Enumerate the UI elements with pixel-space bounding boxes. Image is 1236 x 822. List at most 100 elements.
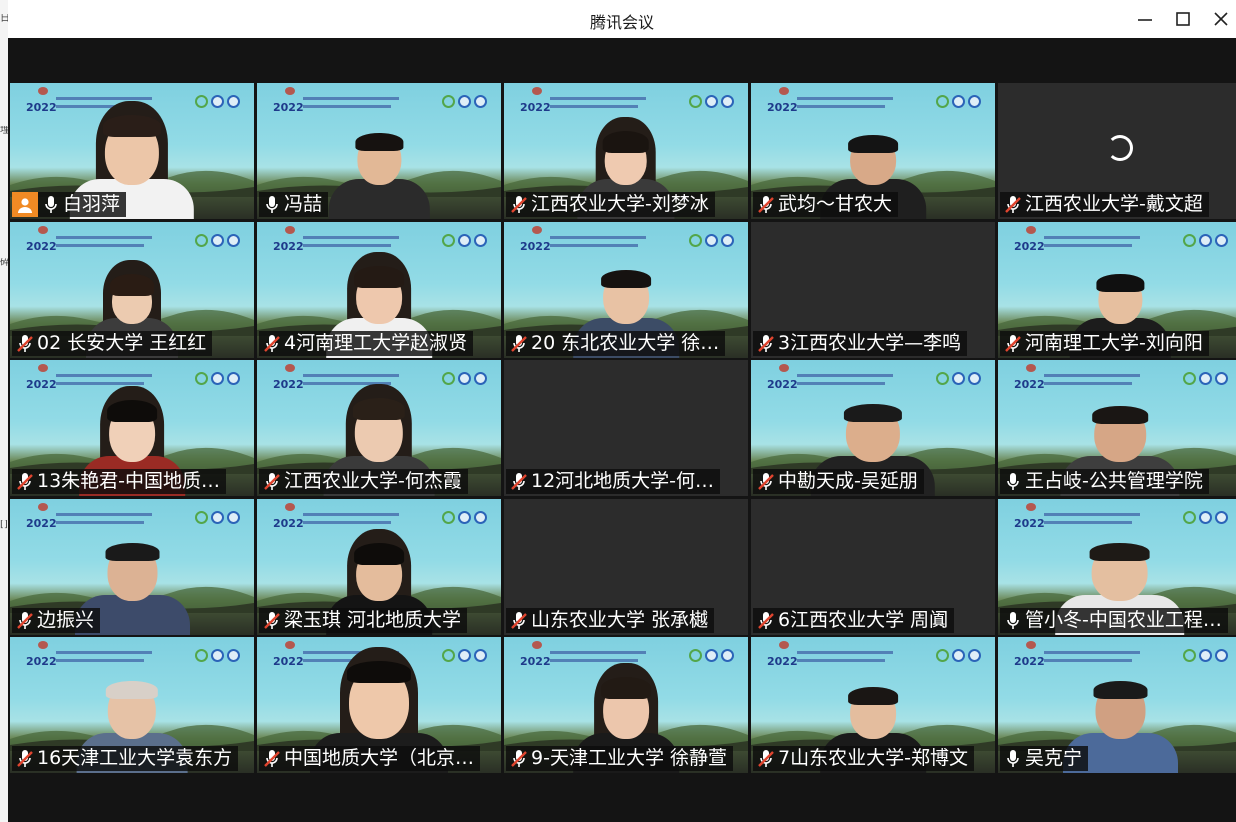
muted-microphone-icon[interactable] <box>757 471 775 493</box>
maximize-icon <box>1176 12 1190 26</box>
muted-microphone-icon[interactable] <box>1004 194 1022 216</box>
muted-microphone-icon[interactable] <box>757 610 775 632</box>
participant-tile[interactable]: 2022 武均～甘农大 <box>751 83 995 219</box>
close-icon <box>1214 12 1228 26</box>
muted-microphone-icon[interactable] <box>510 471 528 493</box>
participant-tile[interactable]: 2022 7山东农业大学-郑博文 <box>751 637 995 773</box>
participant-name: 12河北地质大学-何… <box>531 470 715 492</box>
participant-tile[interactable]: 2022 中国地质大学（北京… <box>257 637 501 773</box>
muted-microphone-icon[interactable] <box>263 333 281 355</box>
participant-tile[interactable]: 2022 梁玉琪 河北地质大学 <box>257 499 501 635</box>
muted-microphone-icon[interactable] <box>16 610 34 632</box>
participant-tile[interactable]: 2022 江西农业大学-刘梦冰 <box>504 83 748 219</box>
muted-microphone-icon <box>264 334 280 352</box>
participant-tile[interactable]: 2022 江西农业大学-何杰霞 <box>257 360 501 496</box>
muted-microphone-icon[interactable] <box>16 471 34 493</box>
participant-name-label: 白羽萍 <box>12 192 127 217</box>
sponsor-logos <box>442 234 487 247</box>
muted-microphone-icon[interactable] <box>16 333 34 355</box>
participant-tile[interactable]: 2022 9-天津工业大学 徐静萱 <box>504 637 748 773</box>
muted-microphone-icon <box>264 472 280 490</box>
muted-microphone-icon[interactable] <box>757 748 775 770</box>
muted-microphone-icon[interactable] <box>263 610 281 632</box>
participant-tile[interactable]: 2022 白羽萍 <box>10 83 254 219</box>
maximize-button[interactable] <box>1164 4 1202 34</box>
microphone-icon[interactable] <box>1004 471 1022 493</box>
participant-tile[interactable]: 2022 冯喆 <box>257 83 501 219</box>
muted-microphone-icon[interactable] <box>757 333 775 355</box>
microphone-icon[interactable] <box>1004 610 1022 632</box>
muted-microphone-icon[interactable] <box>16 748 34 770</box>
participant-name-label: 9-天津工业大学 徐静萱 <box>506 746 733 771</box>
banner-year: 2022 <box>26 517 57 530</box>
participant-tile[interactable]: 12河北地质大学-何… <box>504 360 748 496</box>
participant-tile[interactable]: 2022 13朱艳君-中国地质… <box>10 360 254 496</box>
participant-name-label: 02 长安大学 王红红 <box>12 331 213 356</box>
muted-microphone-icon[interactable] <box>510 194 528 216</box>
banner-year: 2022 <box>1014 655 1045 668</box>
muted-microphone-icon[interactable] <box>757 194 775 216</box>
participant-name-label: 12河北地质大学-何… <box>506 469 721 494</box>
participant-name: 7山东农业大学-郑博文 <box>778 747 968 769</box>
participant-name-label: 4河南理工大学赵淑贤 <box>259 331 474 356</box>
participant-name-label: 江西农业大学-何杰霞 <box>259 469 468 494</box>
participant-tile[interactable]: 2022 20 东北农业大学 徐… <box>504 222 748 358</box>
participant-tile[interactable]: 2022 4河南理工大学赵淑贤 <box>257 222 501 358</box>
participant-tile[interactable]: 3江西农业大学—李鸣 <box>751 222 995 358</box>
participant-name: 边振兴 <box>37 609 95 631</box>
participant-tile[interactable]: 2022 中勘天成-吴延朋 <box>751 360 995 496</box>
microphone-icon[interactable] <box>1004 748 1022 770</box>
sponsor-logos <box>195 649 240 662</box>
muted-microphone-icon[interactable] <box>1004 333 1022 355</box>
participant-tile[interactable]: 江西农业大学-戴文超 <box>998 83 1236 219</box>
participant-name-label: 江西农业大学-戴文超 <box>1000 192 1209 217</box>
participant-name-label: 河南理工大学-刘向阳 <box>1000 331 1209 356</box>
participant-tile[interactable]: 2022 管小冬-中国农业工程… <box>998 499 1236 635</box>
banner-year: 2022 <box>767 101 798 114</box>
banner-year: 2022 <box>1014 517 1045 530</box>
participant-tile[interactable]: 2022 河南理工大学-刘向阳 <box>998 222 1236 358</box>
participant-tile[interactable]: 2022 16天津工业大学袁东方 <box>10 637 254 773</box>
muted-microphone-icon[interactable] <box>510 610 528 632</box>
edge-char: [] <box>0 520 8 530</box>
edge-char: 碎 <box>0 258 8 268</box>
sponsor-logos <box>1183 372 1228 385</box>
participant-tile[interactable]: 2022 王占岐-公共管理学院 <box>998 360 1236 496</box>
participant-name: 6江西农业大学 周阗 <box>778 609 949 631</box>
minimize-icon <box>1138 19 1152 21</box>
banner-year: 2022 <box>767 655 798 668</box>
muted-microphone-icon <box>17 472 33 490</box>
participant-tile[interactable]: 2022 02 长安大学 王红红 <box>10 222 254 358</box>
muted-microphone-icon <box>758 334 774 352</box>
muted-microphone-icon <box>17 611 33 629</box>
close-button[interactable] <box>1202 4 1236 34</box>
participant-name-label: 7山东农业大学-郑博文 <box>753 746 974 771</box>
participant-name: 白羽萍 <box>63 193 121 215</box>
participant-tile[interactable]: 山东农业大学 张承樾 <box>504 499 748 635</box>
microphone-icon[interactable] <box>263 194 281 216</box>
microphone-icon <box>1007 611 1019 629</box>
participant-name: 王占岐-公共管理学院 <box>1025 470 1203 492</box>
muted-microphone-icon[interactable] <box>510 748 528 770</box>
participant-name-label: 16天津工业大学袁东方 <box>12 746 239 771</box>
muted-microphone-icon[interactable] <box>263 748 281 770</box>
muted-microphone-icon <box>511 749 527 767</box>
participant-name-label: 江西农业大学-刘梦冰 <box>506 192 715 217</box>
participant-name: 山东农业大学 张承樾 <box>531 609 709 631</box>
sponsor-logos <box>1183 649 1228 662</box>
participant-tile[interactable]: 6江西农业大学 周阗 <box>751 499 995 635</box>
participant-tile[interactable]: 2022 吴克宁 <box>998 637 1236 773</box>
participant-name-label: 20 东北农业大学 徐… <box>506 331 726 356</box>
muted-microphone-icon[interactable] <box>263 471 281 493</box>
banner-year: 2022 <box>26 101 57 114</box>
participant-tile[interactable]: 2022 边振兴 <box>10 499 254 635</box>
muted-microphone-icon[interactable] <box>510 333 528 355</box>
muted-microphone-icon <box>1005 334 1021 352</box>
banner-year: 2022 <box>273 101 304 114</box>
banner-year: 2022 <box>520 240 551 253</box>
microphone-icon <box>266 195 278 213</box>
microphone-icon[interactable] <box>42 194 60 216</box>
minimize-button[interactable] <box>1126 4 1164 34</box>
sponsor-logos <box>195 511 240 524</box>
participant-name: 中勘天成-吴延朋 <box>778 470 918 492</box>
